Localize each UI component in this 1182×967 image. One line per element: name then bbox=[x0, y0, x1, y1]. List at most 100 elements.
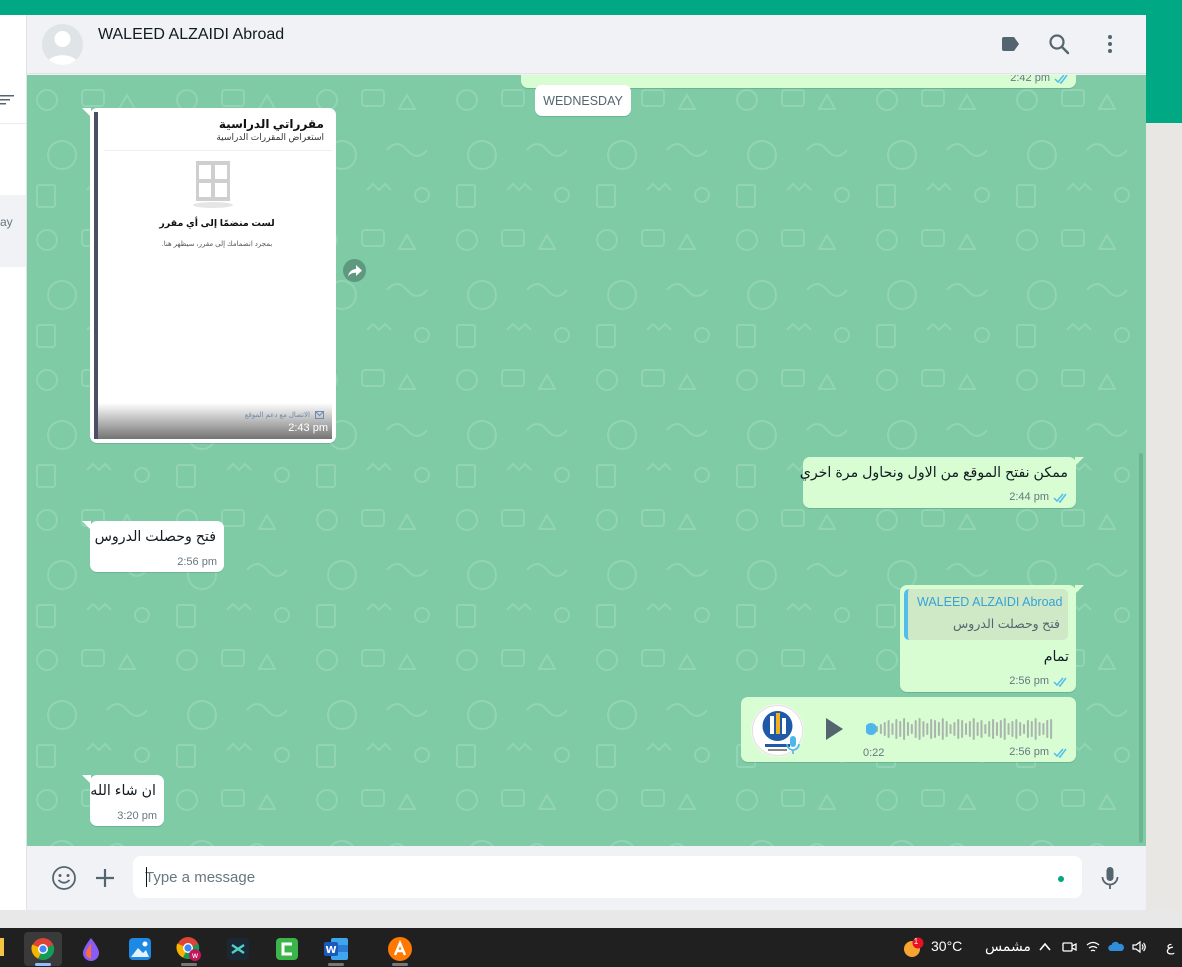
image-preview[interactable]: مقرراتي الدراسية استعراض المقررات الدراس… bbox=[94, 112, 332, 439]
image-page-title: مقرراتي الدراسية bbox=[218, 117, 324, 131]
bubble-tail bbox=[1075, 457, 1084, 466]
waveform-bar bbox=[1030, 721, 1033, 737]
waveform-bar bbox=[930, 719, 933, 739]
image-empty-title: لست منضمًا إلى أي مقرر bbox=[159, 218, 275, 229]
taskbar-app-chrome[interactable] bbox=[24, 932, 62, 966]
taskbar-app-word[interactable]: W bbox=[317, 932, 355, 966]
message-time: 2:56 pm bbox=[1009, 746, 1049, 758]
waveform-bar bbox=[1034, 718, 1037, 740]
running-indicator bbox=[328, 963, 344, 966]
message-time: 2:43 pm bbox=[288, 422, 328, 434]
taskbar-app-camtasia[interactable] bbox=[268, 932, 306, 966]
waveform-bar bbox=[1026, 720, 1029, 738]
background-accent bbox=[1146, 15, 1182, 123]
waveform-bar bbox=[953, 722, 956, 736]
waveform-bar bbox=[984, 724, 987, 734]
message-bubble-incoming[interactable]: ان شاء الله 3:20 pm bbox=[82, 775, 164, 826]
waveform-bar bbox=[995, 722, 998, 736]
message-bubble-reply[interactable]: WALEED ALZAIDI Abroad فتح وحصلت الدروس ت… bbox=[900, 585, 1084, 692]
mic-icon[interactable] bbox=[1097, 865, 1123, 891]
forward-icon bbox=[347, 264, 362, 277]
compose-bar bbox=[27, 846, 1146, 910]
waveform-bar bbox=[1007, 723, 1010, 735]
taskbar-app-photos[interactable] bbox=[121, 932, 159, 966]
divider bbox=[0, 123, 26, 124]
waveform-bar bbox=[949, 724, 952, 734]
voice-message[interactable]: 0:22 2:56 pm bbox=[741, 697, 1076, 762]
image-support-link: الاتصال مع دعم الموقع bbox=[244, 412, 310, 419]
waveform-bar bbox=[945, 721, 948, 737]
message-meta: 2:56 pm bbox=[1009, 746, 1069, 758]
taskbar-app-capcut[interactable] bbox=[219, 932, 257, 966]
message-meta: 2:56 pm bbox=[177, 556, 217, 568]
message-time: 2:56 pm bbox=[1009, 675, 1049, 687]
message-bubble-incoming[interactable]: فتح وحصلت الدروس 2:56 pm bbox=[82, 521, 224, 572]
bubble-tail bbox=[82, 108, 91, 117]
file-explorer-icon[interactable] bbox=[0, 938, 4, 956]
message-text: ممكن نفتح الموقع من الاول ونحاول مرة اخر… bbox=[799, 465, 1068, 481]
mic-icon bbox=[786, 736, 800, 754]
menu-icon[interactable] bbox=[1098, 32, 1122, 56]
waveform-bar bbox=[941, 718, 944, 740]
weather-desc[interactable]: مشمس bbox=[985, 938, 1031, 955]
waveform-bar bbox=[968, 721, 971, 737]
paint-drop-icon bbox=[83, 938, 99, 961]
emoji-icon[interactable] bbox=[51, 865, 77, 891]
double-check-icon bbox=[1053, 493, 1067, 503]
conversation-header: WALEED ALZAIDI Abroad bbox=[27, 15, 1146, 74]
message-meta: 2:44 pm bbox=[1009, 491, 1069, 503]
forward-button[interactable] bbox=[343, 259, 366, 282]
label-icon[interactable] bbox=[999, 32, 1023, 56]
waveform-bar bbox=[918, 718, 921, 740]
waveform-bar bbox=[1042, 723, 1045, 735]
message-meta: 3:20 pm bbox=[117, 810, 157, 822]
photos-icon bbox=[129, 938, 151, 960]
chat-list-item-time: ay bbox=[0, 215, 13, 229]
message-input-box[interactable] bbox=[133, 856, 1082, 898]
message-time: 2:56 pm bbox=[177, 556, 217, 568]
contact-name[interactable]: WALEED ALZAIDI Abroad bbox=[98, 26, 284, 44]
chat-list-panel: ay bbox=[0, 15, 27, 910]
waveform-bar bbox=[934, 720, 937, 738]
text-caret bbox=[146, 867, 147, 887]
message-bubble-outgoing[interactable]: ممكن نفتح الموقع من الاول ونحاول مرة اخر… bbox=[799, 457, 1084, 508]
scrollbar[interactable] bbox=[1139, 453, 1143, 843]
message-time: 2:44 pm bbox=[1009, 491, 1049, 503]
double-check-icon bbox=[1053, 677, 1067, 687]
waveform-bar bbox=[992, 719, 995, 739]
onedrive-icon[interactable] bbox=[1108, 939, 1124, 955]
contact-avatar[interactable] bbox=[42, 24, 83, 65]
image-page-subtitle: استعراض المقررات الدراسية bbox=[216, 132, 324, 142]
chrome-profile-icon: w bbox=[176, 937, 201, 961]
message-list[interactable]: 2:42 pm WEDNESDAY مقرراتي الدراسية استعر… bbox=[27, 75, 1146, 846]
weather-badge: 1 bbox=[913, 937, 919, 946]
quoted-message[interactable]: WALEED ALZAIDI Abroad فتح وحصلت الدروس bbox=[904, 589, 1068, 640]
play-icon[interactable] bbox=[823, 716, 845, 742]
taskbar-app-paint[interactable] bbox=[72, 932, 110, 966]
taskbar-app-chrome-profile[interactable]: w bbox=[170, 932, 208, 966]
audio-waveform[interactable] bbox=[866, 717, 1056, 741]
chat-list-item-selected[interactable]: ay bbox=[0, 195, 26, 267]
message-time: 2:42 pm bbox=[1010, 75, 1050, 84]
search-icon[interactable] bbox=[1047, 32, 1071, 56]
playback-handle[interactable] bbox=[866, 723, 877, 735]
active-indicator bbox=[35, 963, 51, 966]
message-input[interactable] bbox=[145, 865, 1045, 889]
filter-icon[interactable] bbox=[0, 93, 14, 107]
taskbar-app-avast[interactable] bbox=[381, 932, 419, 966]
meet-icon[interactable] bbox=[1061, 939, 1077, 955]
weather-temp[interactable]: 30°C bbox=[931, 938, 962, 954]
date-divider: WEDNESDAY bbox=[535, 85, 631, 116]
waveform-bar bbox=[972, 718, 975, 740]
waveform-bar bbox=[903, 718, 906, 740]
volume-icon[interactable] bbox=[1131, 939, 1147, 955]
waveform-bar bbox=[899, 721, 902, 737]
default-avatar-icon bbox=[46, 31, 79, 65]
input-language[interactable]: ع bbox=[1166, 938, 1174, 955]
waveform-bar bbox=[1023, 724, 1026, 734]
waveform-bar bbox=[976, 722, 979, 736]
plus-icon[interactable] bbox=[92, 865, 118, 891]
wifi-icon[interactable] bbox=[1085, 939, 1101, 955]
chevron-up-icon[interactable] bbox=[1037, 939, 1053, 955]
waveform-bar bbox=[922, 721, 925, 737]
